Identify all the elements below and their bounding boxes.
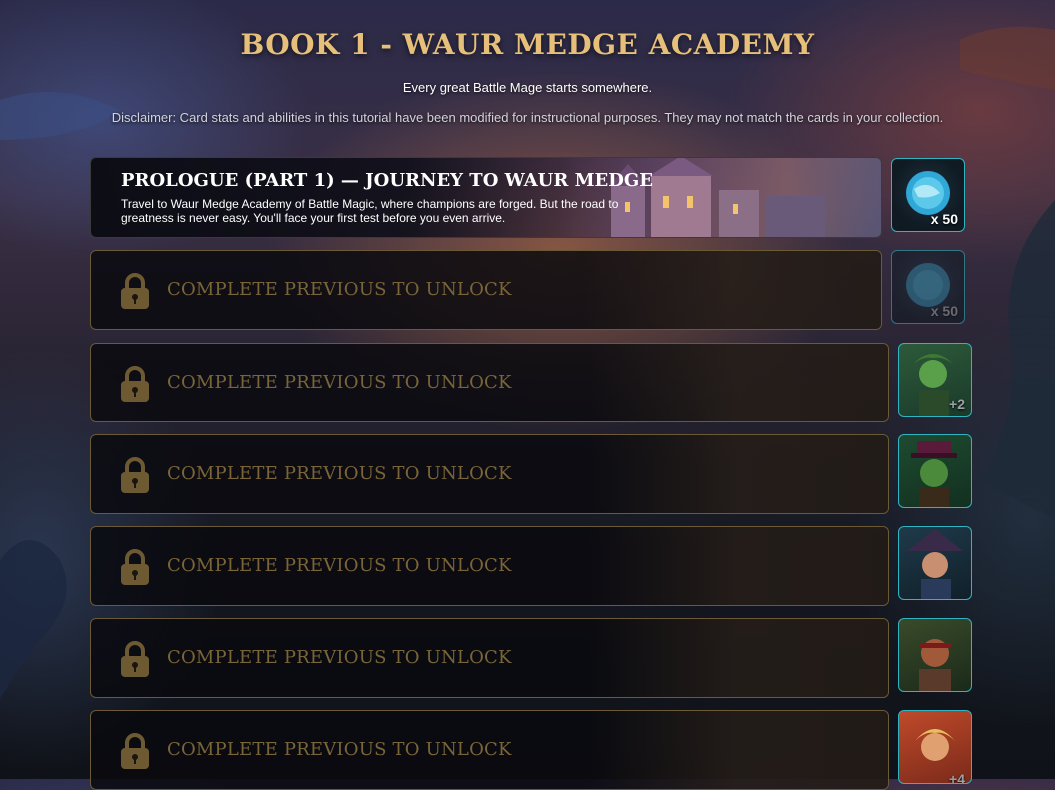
- chapter-card-locked: COMPLETE PREVIOUS TO UNLOCK: [90, 250, 882, 330]
- chapter-description: Travel to Waur Medge Academy of Battle M…: [121, 197, 619, 225]
- chapter-scene-art: [588, 711, 888, 789]
- page-title: BOOK 1 - WAUR MEDGE ACADEMY: [240, 28, 815, 61]
- chapter-scene-art: [588, 527, 888, 605]
- locked-label: COMPLETE PREVIOUS TO UNLOCK: [167, 279, 512, 300]
- locked-label: COMPLETE PREVIOUS TO UNLOCK: [167, 463, 512, 484]
- reward-character-card[interactable]: +2: [898, 343, 972, 417]
- reward-mana-orb[interactable]: x 50: [891, 158, 965, 232]
- locked-label: COMPLETE PREVIOUS TO UNLOCK: [167, 555, 512, 576]
- reward-character-card[interactable]: [898, 526, 972, 600]
- lock-icon: [121, 273, 149, 309]
- reward-character-card[interactable]: [898, 618, 972, 692]
- chapter-scene-art: [588, 619, 888, 697]
- reward-quantity: x 50: [930, 211, 958, 227]
- chapter-card-locked: COMPLETE PREVIOUS TO UNLOCK: [90, 434, 889, 514]
- locked-label: COMPLETE PREVIOUS TO UNLOCK: [167, 739, 512, 760]
- lock-icon: [121, 733, 149, 769]
- locked-label: COMPLETE PREVIOUS TO UNLOCK: [167, 372, 512, 393]
- reward-quantity: +2: [949, 396, 965, 412]
- chapter-card-locked: COMPLETE PREVIOUS TO UNLOCK: [90, 526, 889, 606]
- reward-mana-orb[interactable]: x 50: [891, 250, 965, 324]
- character-card-icon: [907, 529, 963, 599]
- chapter-scene-art: [588, 435, 888, 513]
- page-subtitle: Every great Battle Mage starts somewhere…: [402, 80, 653, 95]
- disclaimer-text: Disclaimer: Card stats and abilities in …: [111, 110, 944, 125]
- reward-quantity: x 50: [930, 303, 958, 319]
- lock-icon: [121, 457, 149, 493]
- reward-character-card[interactable]: [898, 434, 972, 508]
- chapter-scene-art: [588, 344, 888, 421]
- chapter-card-locked: COMPLETE PREVIOUS TO UNLOCK: [90, 618, 889, 698]
- reward-character-card[interactable]: +4: [898, 710, 972, 784]
- chapter-scene-art: [581, 251, 881, 329]
- locked-label: COMPLETE PREVIOUS TO UNLOCK: [167, 647, 512, 668]
- chapter-card-locked: COMPLETE PREVIOUS TO UNLOCK: [90, 710, 889, 790]
- chapter-title: PROLOGUE (PART 1) — JOURNEY TO WAUR MEDG…: [121, 170, 653, 191]
- character-card-icon: [919, 639, 951, 691]
- lock-icon: [121, 366, 149, 402]
- reward-quantity: +4: [949, 771, 965, 784]
- lock-icon: [121, 641, 149, 677]
- chapter-card-locked: COMPLETE PREVIOUS TO UNLOCK: [90, 343, 889, 422]
- chapter-card-prologue[interactable]: PROLOGUE (PART 1) — JOURNEY TO WAUR MEDG…: [90, 157, 882, 238]
- lock-icon: [121, 549, 149, 585]
- character-card-icon: [911, 441, 957, 507]
